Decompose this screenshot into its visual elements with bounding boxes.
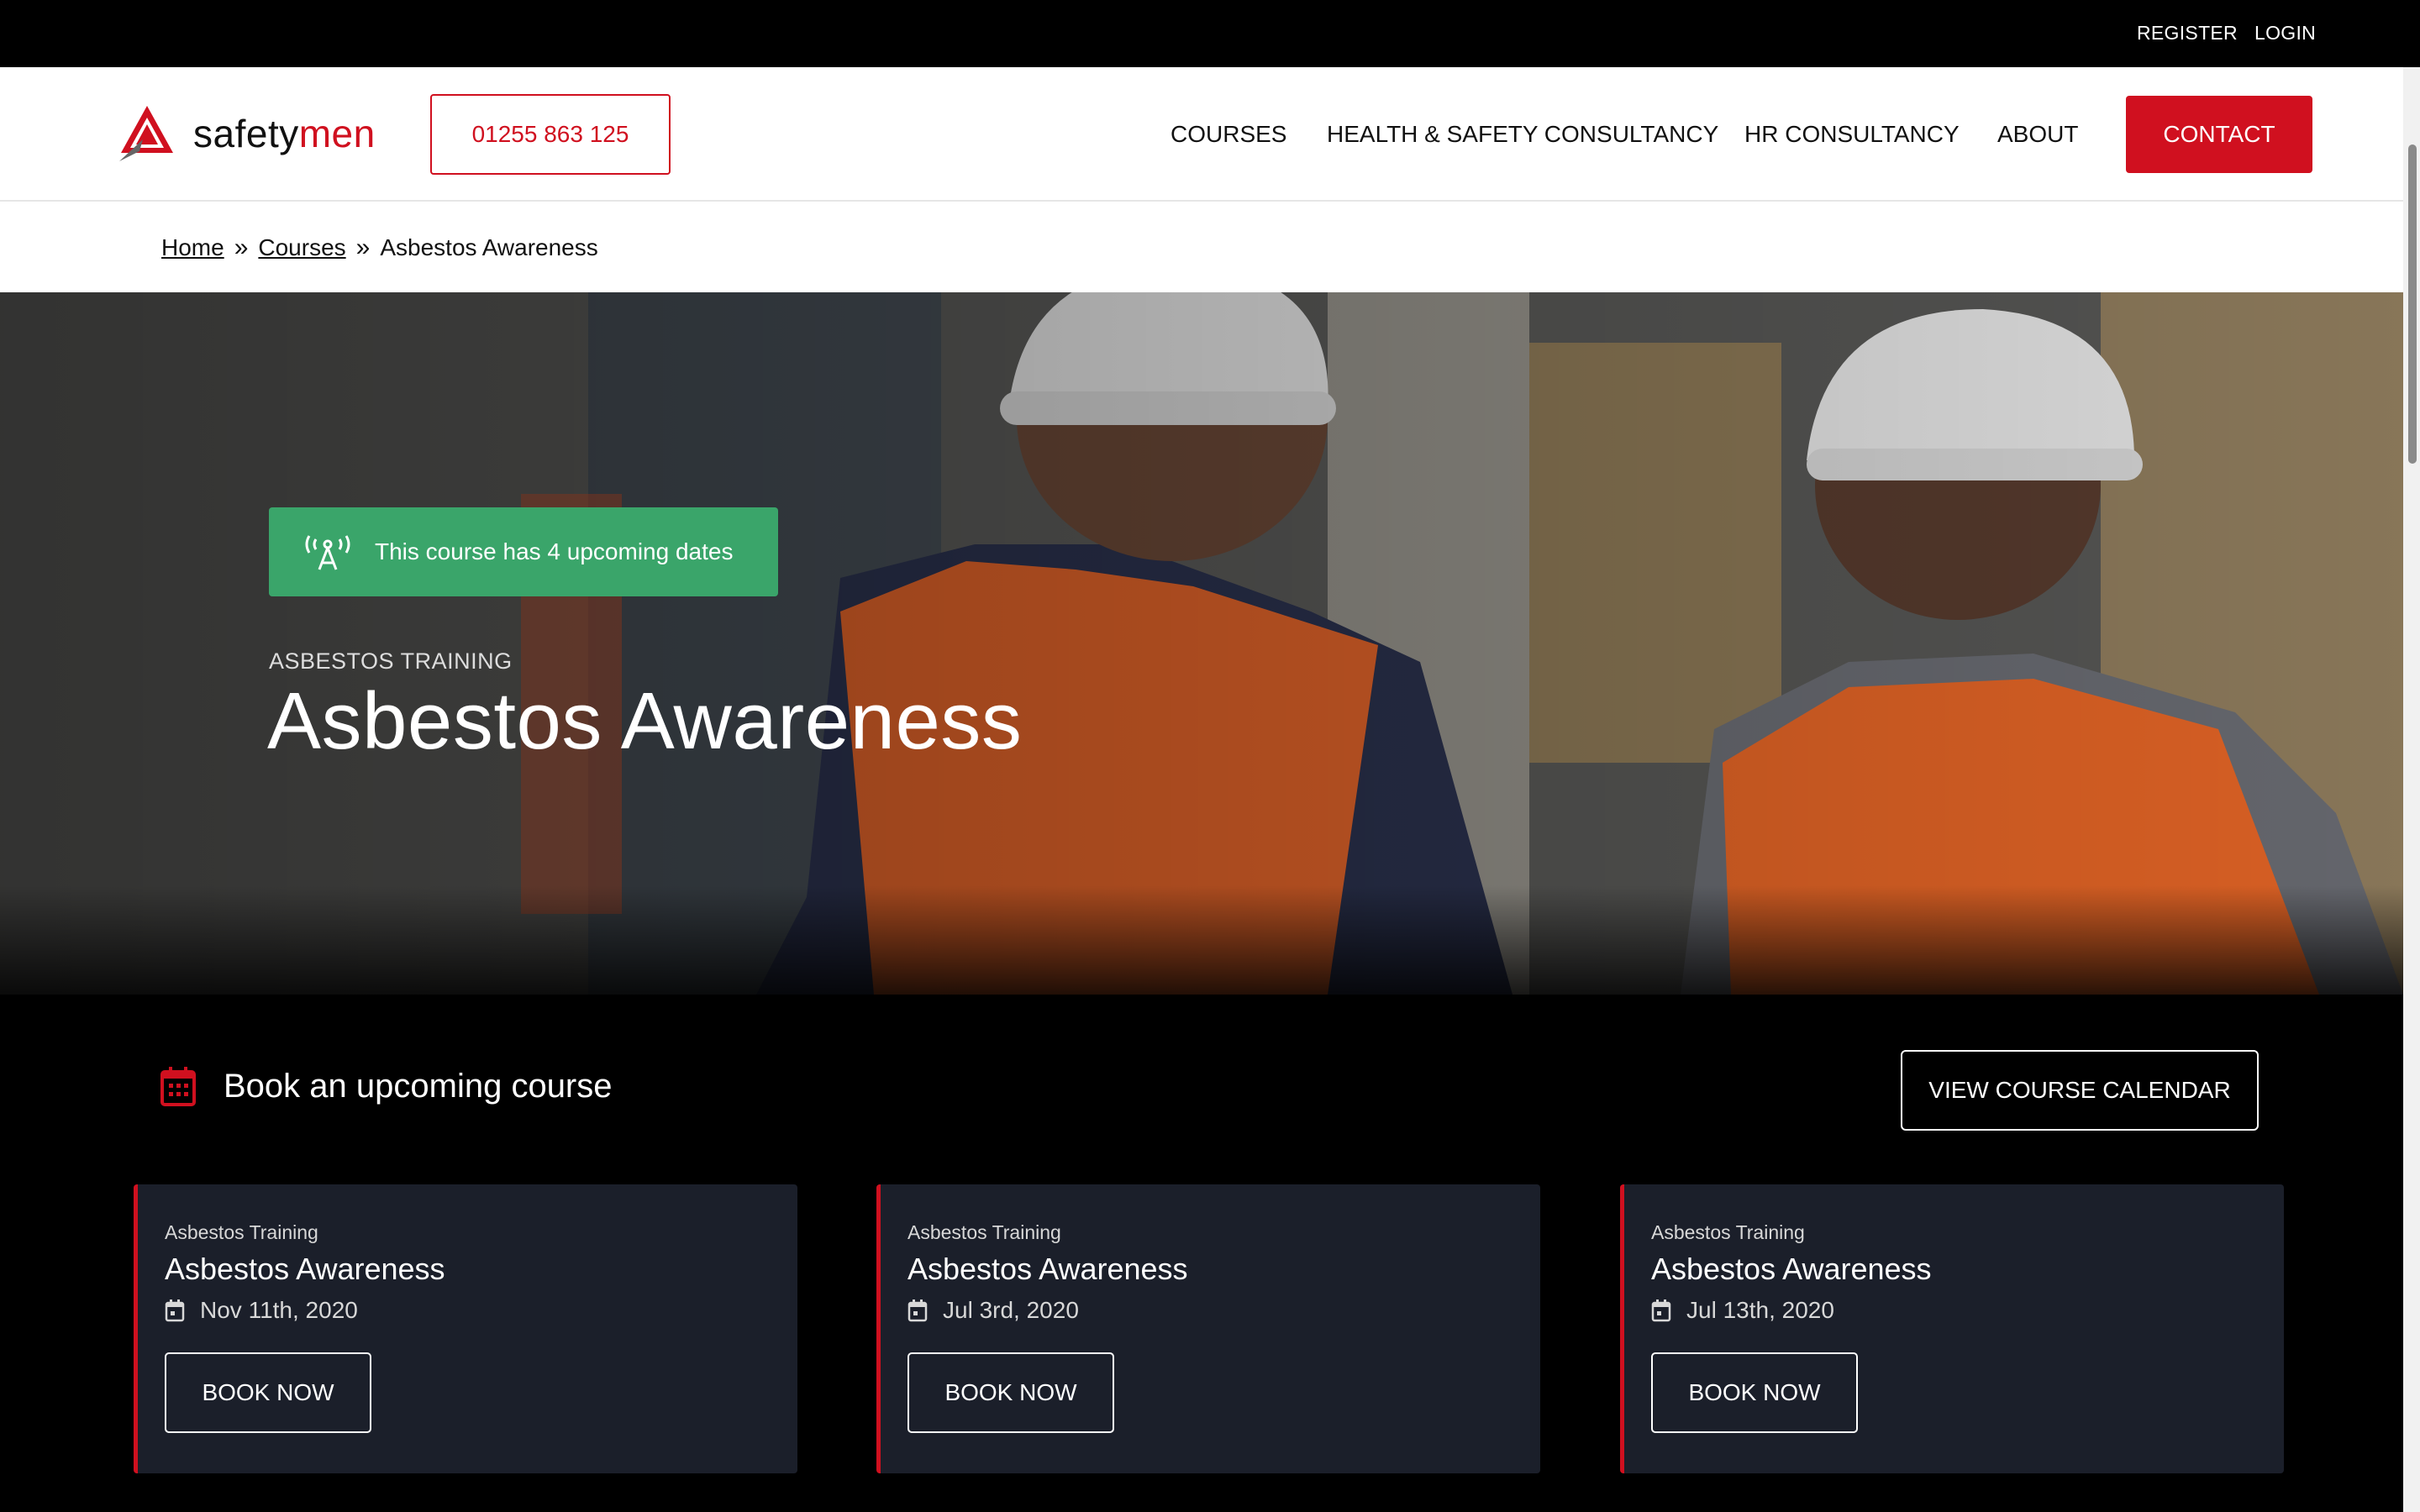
nav-about[interactable]: ABOUT <box>1997 121 2078 148</box>
card-date-text: Jul 3rd, 2020 <box>943 1297 1079 1323</box>
upcoming-dates-badge: This course has 4 upcoming dates <box>269 507 778 596</box>
page-scrollbar[interactable] <box>2403 67 2420 1512</box>
logo-wordmark: safetymen <box>193 111 376 156</box>
register-link[interactable]: REGISTER <box>2137 22 2238 45</box>
booking-heading: Book an upcoming course <box>160 1065 613 1107</box>
card-date: Nov 11th, 2020 <box>165 1297 358 1324</box>
booking-title: Book an upcoming course <box>224 1067 613 1105</box>
calendar-icon <box>165 1299 185 1322</box>
card-course-name: Asbestos Awareness <box>908 1252 1188 1286</box>
phone-button[interactable]: 01255 863 125 <box>430 94 671 175</box>
upcoming-dates-text: This course has 4 upcoming dates <box>375 538 734 564</box>
site-logo[interactable]: safetymen <box>118 101 387 166</box>
book-now-button[interactable]: BOOK NOW <box>1651 1352 1858 1433</box>
scrollbar-thumb[interactable] <box>2408 144 2417 464</box>
logo-wordmark-part2: men <box>298 112 376 155</box>
site-header: safetymen 01255 863 125 COURSES HEALTH &… <box>0 67 2420 202</box>
breadcrumb: Home » Courses » Asbestos Awareness <box>0 202 2420 292</box>
contact-button[interactable]: CONTACT <box>2126 96 2312 173</box>
card-date-text: Jul 13th, 2020 <box>1686 1297 1834 1323</box>
calendar-icon <box>160 1067 196 1106</box>
nav-health-safety-consultancy[interactable]: HEALTH & SAFETY CONSULTANCY <box>1327 121 1718 148</box>
top-bar: REGISTER LOGIN <box>0 0 2420 67</box>
hero-banner: This course has 4 upcoming dates ASBESTO… <box>0 292 2403 995</box>
calendar-icon <box>908 1299 928 1322</box>
card-date: Jul 13th, 2020 <box>1651 1297 1834 1324</box>
card-category: Asbestos Training <box>908 1221 1061 1243</box>
card-category: Asbestos Training <box>1651 1221 1805 1243</box>
card-category: Asbestos Training <box>165 1221 318 1243</box>
breadcrumb-home[interactable]: Home <box>161 234 224 261</box>
nav-hr-consultancy[interactable]: HR CONSULTANCY <box>1744 121 1960 148</box>
logo-wordmark-part1: safety <box>193 112 299 155</box>
course-card: Asbestos Training Asbestos Awareness Jul… <box>876 1184 1540 1473</box>
breadcrumb-courses[interactable]: Courses <box>258 234 345 261</box>
page-title: Asbestos Awareness <box>267 676 1023 766</box>
book-now-button[interactable]: BOOK NOW <box>908 1352 1114 1433</box>
warning-triangle-logo-icon <box>119 106 173 161</box>
broadcast-icon <box>305 535 350 570</box>
double-chevron-right-icon: » <box>355 234 371 261</box>
book-now-button[interactable]: BOOK NOW <box>165 1352 371 1433</box>
hero-category: ASBESTOS TRAINING <box>269 648 513 674</box>
login-link[interactable]: LOGIN <box>2254 22 2316 45</box>
card-course-name: Asbestos Awareness <box>1651 1252 1932 1286</box>
hero-bottom-fade <box>0 885 2403 995</box>
card-date: Jul 3rd, 2020 <box>908 1297 1079 1324</box>
course-card: Asbestos Training Asbestos Awareness Nov… <box>134 1184 797 1473</box>
card-date-text: Nov 11th, 2020 <box>200 1297 358 1323</box>
nav-courses[interactable]: COURSES <box>1171 121 1286 148</box>
double-chevron-right-icon: » <box>234 234 249 261</box>
course-card: Asbestos Training Asbestos Awareness Jul… <box>1620 1184 2284 1473</box>
card-course-name: Asbestos Awareness <box>165 1252 445 1286</box>
calendar-icon <box>1651 1299 1671 1322</box>
breadcrumb-current: Asbestos Awareness <box>380 234 598 260</box>
view-course-calendar-button[interactable]: VIEW COURSE CALENDAR <box>1901 1050 2259 1131</box>
